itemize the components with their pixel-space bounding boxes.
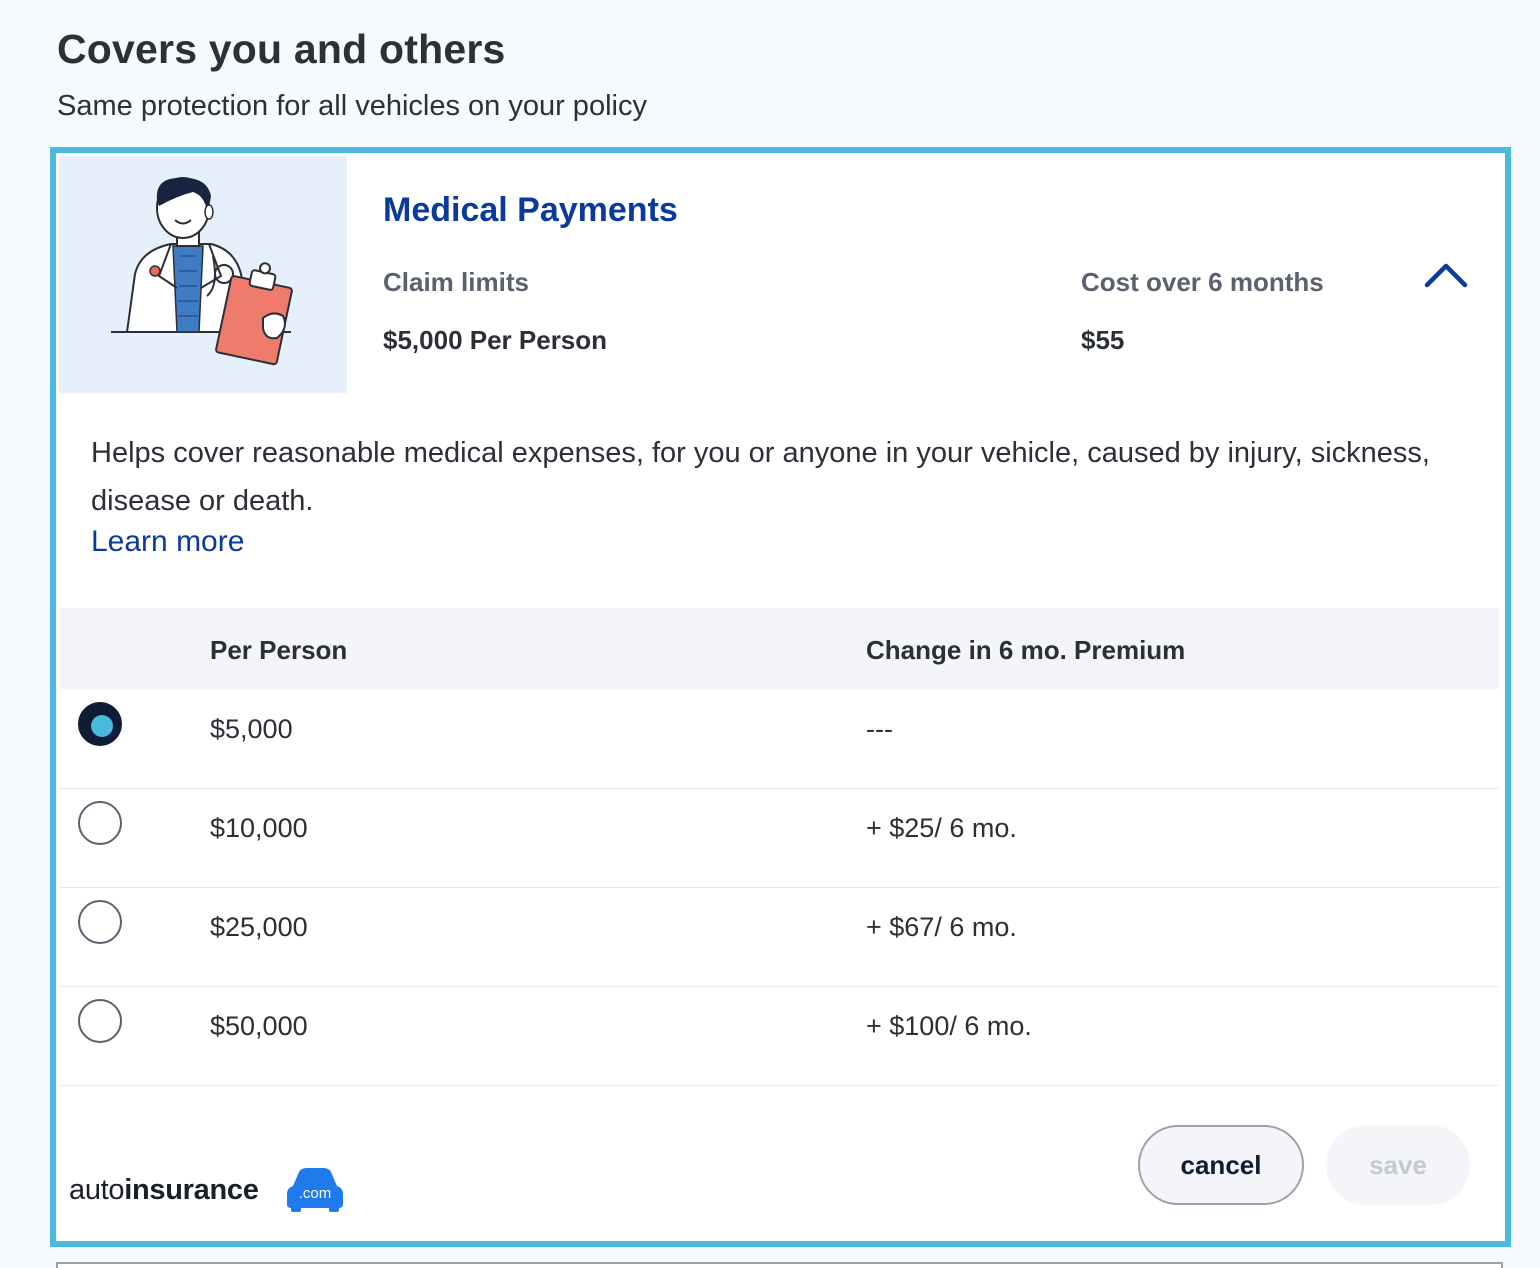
column-header-premium-change: Change in 6 mo. Premium <box>866 635 1186 665</box>
premium-change: + $25/ 6 mo. <box>866 813 1017 843</box>
cost-label: Cost over 6 months <box>1081 267 1324 297</box>
coverage-title: Medical Payments <box>383 191 678 229</box>
limit-value: $50,000 <box>210 1011 308 1041</box>
car-badge-icon: .com <box>283 1166 347 1217</box>
cost-value: $55 <box>1081 325 1125 355</box>
radio-button-selected[interactable] <box>78 702 122 746</box>
logo-badge-text: .com <box>299 1185 332 1202</box>
premium-change: + $100/ 6 mo. <box>866 1011 1032 1041</box>
logo-text-light: auto <box>69 1174 125 1206</box>
next-coverage-card <box>56 1262 1503 1268</box>
radio-button[interactable] <box>78 999 122 1043</box>
learn-more-link[interactable]: Learn more <box>91 525 244 559</box>
limit-option-row[interactable]: $25,000 + $67/ 6 mo. <box>59 887 1499 987</box>
limits-table-header: Per Person Change in 6 mo. Premium <box>59 608 1499 689</box>
coverage-card: Medical Payments Claim limits $5,000 Per… <box>50 147 1511 1247</box>
limit-option-row[interactable]: $50,000 + $100/ 6 mo. <box>59 986 1499 1086</box>
save-button[interactable]: save <box>1326 1125 1470 1205</box>
column-header-per-person: Per Person <box>210 635 348 665</box>
coverage-description: Helps cover reasonable medical expenses,… <box>91 437 1430 517</box>
logo-wordmark: autoinsurance <box>69 1174 259 1207</box>
claim-limits-label: Claim limits <box>383 267 529 297</box>
chevron-up-icon[interactable] <box>1421 253 1471 295</box>
logo-text-bold: insurance <box>124 1174 259 1206</box>
claim-limits-value: $5,000 Per Person <box>383 325 608 355</box>
premium-change: --- <box>866 714 893 744</box>
radio-button[interactable] <box>78 900 122 944</box>
limit-value: $10,000 <box>210 813 308 843</box>
premium-change: + $67/ 6 mo. <box>866 912 1017 942</box>
limit-value: $5,000 <box>210 714 293 744</box>
radio-button[interactable] <box>78 801 122 845</box>
autoinsurance-logo: autoinsurance .com <box>69 1166 369 1216</box>
doctor-illustration-icon <box>59 156 347 393</box>
limit-value: $25,000 <box>210 912 308 942</box>
limit-option-row[interactable]: $5,000 --- <box>59 689 1499 789</box>
limit-option-row[interactable]: $10,000 + $25/ 6 mo. <box>59 788 1499 888</box>
cancel-button[interactable]: cancel <box>1138 1125 1304 1205</box>
section-title: Covers you and others <box>57 26 506 72</box>
section-subtitle: Same protection for all vehicles on your… <box>57 90 647 122</box>
